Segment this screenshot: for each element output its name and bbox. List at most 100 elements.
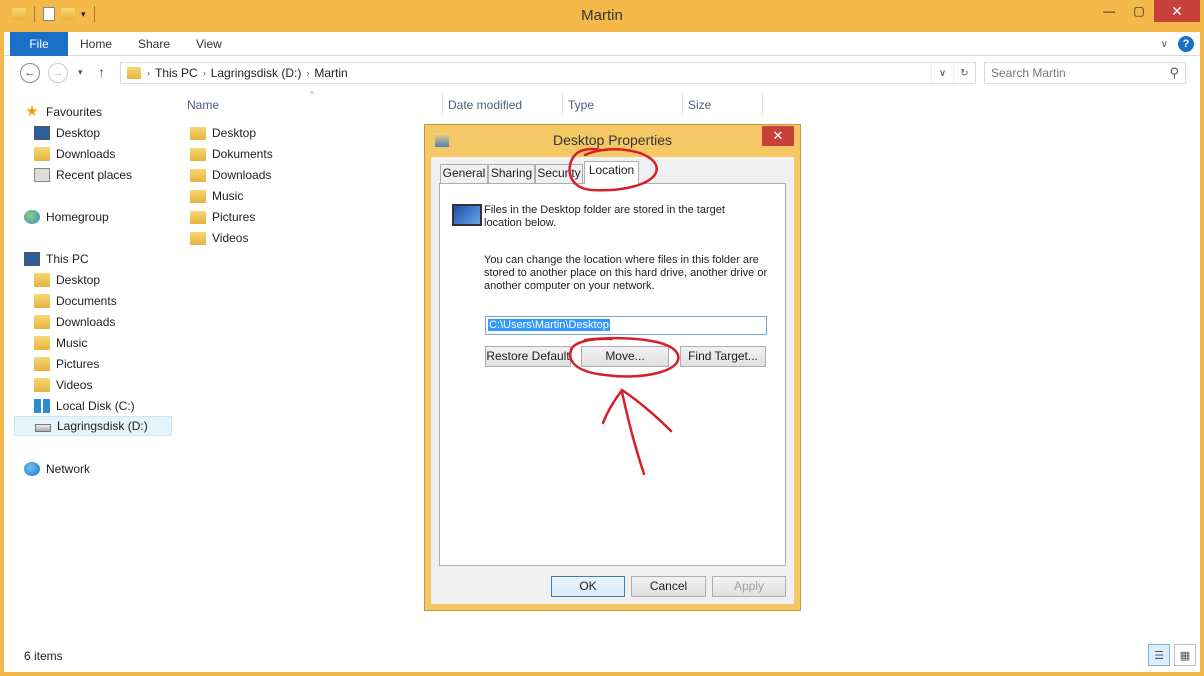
- column-divider[interactable]: [442, 92, 443, 116]
- find-target-button[interactable]: Find Target...: [680, 346, 766, 367]
- sidebar-item-label: This PC: [46, 252, 89, 266]
- tab-file[interactable]: File: [10, 32, 68, 56]
- column-header-date-modified[interactable]: Date modified: [448, 98, 522, 112]
- tab-sharing[interactable]: Sharing: [488, 164, 535, 183]
- location-path-input[interactable]: C:\Users\Martin\Desktop: [485, 316, 767, 335]
- column-divider[interactable]: [562, 92, 563, 116]
- tab-share[interactable]: Share: [138, 32, 170, 56]
- file-name: Dokuments: [212, 147, 273, 161]
- sidebar-item-pc-desktop[interactable]: Desktop: [34, 270, 192, 290]
- breadcrumb-lagringsdisk[interactable]: Lagringsdisk (D:): [211, 66, 302, 80]
- help-icon[interactable]: ?: [1178, 36, 1194, 52]
- minimize-button[interactable]: —: [1094, 0, 1124, 22]
- item-count: 6 items: [24, 649, 63, 663]
- column-header-size[interactable]: Size: [688, 98, 711, 112]
- large-icons-view-icon[interactable]: ▦: [1174, 644, 1196, 666]
- tab-home[interactable]: Home: [80, 32, 112, 56]
- details-view-icon[interactable]: ☰: [1148, 644, 1170, 666]
- pictures-folder-icon: [34, 357, 50, 371]
- sidebar-item-local-disk-c[interactable]: Local Disk (C:): [34, 396, 192, 416]
- music-folder-icon: [34, 336, 50, 350]
- info-text: Files in the Desktop folder are stored i…: [484, 204, 725, 230]
- sidebar-item-lagringsdisk-d[interactable]: Lagringsdisk (D:): [14, 416, 172, 436]
- list-item[interactable]: Videos: [190, 228, 248, 248]
- recent-locations-icon[interactable]: ▾: [78, 67, 83, 78]
- cancel-button[interactable]: Cancel: [631, 576, 706, 597]
- sidebar-item-recent-places[interactable]: Recent places: [34, 165, 192, 185]
- list-item[interactable]: Downloads: [190, 165, 271, 185]
- sidebar-item-network[interactable]: Network: [24, 459, 182, 479]
- location-panel: Files in the Desktop folder are stored i…: [439, 183, 786, 566]
- refresh-icon[interactable]: ↻: [953, 63, 975, 83]
- column-divider[interactable]: [762, 92, 763, 116]
- info-line: You can change the location where files …: [484, 254, 759, 266]
- sidebar-item-pc-documents[interactable]: Documents: [34, 291, 192, 311]
- folder-icon: [190, 231, 206, 245]
- sidebar-item-pc-pictures[interactable]: Pictures: [34, 354, 192, 374]
- sidebar-item-fav-desktop[interactable]: Desktop: [34, 123, 192, 143]
- file-name: Pictures: [212, 210, 256, 224]
- chevron-right-icon[interactable]: ›: [203, 68, 206, 78]
- folder-icon: [190, 168, 206, 182]
- sidebar-item-pc-downloads[interactable]: Downloads: [34, 312, 192, 332]
- sidebar-item-pc-videos[interactable]: Videos: [34, 375, 192, 395]
- list-item[interactable]: Desktop: [190, 123, 256, 143]
- ok-button[interactable]: OK: [551, 576, 625, 597]
- apply-button[interactable]: Apply: [712, 576, 786, 597]
- sidebar-item-pc-music[interactable]: Music: [34, 333, 192, 353]
- list-item[interactable]: Dokuments: [190, 144, 273, 164]
- computer-icon: [24, 252, 40, 266]
- address-controls: ∨ ↻: [931, 63, 975, 83]
- move-button[interactable]: Move...: [581, 346, 669, 367]
- folder-icon: [127, 67, 141, 79]
- view-switcher: ☰ ▦: [1148, 644, 1196, 666]
- breadcrumb-martin[interactable]: Martin: [314, 66, 347, 80]
- window-controls: — ▢ ✕: [1094, 0, 1200, 22]
- drive-icon: [35, 423, 51, 432]
- sidebar-item-label: Homegroup: [46, 210, 109, 224]
- back-button[interactable]: ←: [20, 63, 40, 83]
- ribbon-tabs: File Home Share View ∨ ?: [4, 32, 1200, 56]
- sidebar-item-this-pc[interactable]: This PC: [24, 249, 182, 269]
- search-icon[interactable]: ⚲: [1169, 65, 1179, 81]
- dialog-close-button[interactable]: ✕: [762, 126, 794, 146]
- address-bar[interactable]: › This PC › Lagringsdisk (D:) › Martin ∨…: [120, 62, 976, 84]
- change-location-text: You can change the location where files …: [484, 254, 767, 293]
- info-line: Files in the Desktop folder are stored i…: [484, 204, 725, 216]
- restore-default-button[interactable]: Restore Default: [485, 346, 571, 367]
- tab-security[interactable]: Security: [535, 164, 583, 183]
- column-header-name[interactable]: Name: [187, 98, 219, 112]
- tab-location[interactable]: Location: [584, 161, 639, 184]
- forward-button[interactable]: →: [48, 63, 68, 83]
- list-item[interactable]: Music: [190, 186, 243, 206]
- sidebar-item-label: Music: [56, 336, 88, 350]
- desktop-icon: [34, 126, 50, 140]
- sidebar-item-favourites[interactable]: ★ Favourites: [24, 102, 182, 122]
- up-button[interactable]: ↑: [98, 64, 105, 80]
- info-line: stored to another place on this hard dri…: [484, 267, 768, 279]
- window-title: Martin: [581, 7, 623, 24]
- file-name: Downloads: [212, 168, 272, 182]
- sort-ascending-icon: ^: [310, 90, 314, 99]
- close-button[interactable]: ✕: [1154, 0, 1200, 22]
- tab-view[interactable]: View: [196, 32, 222, 56]
- tab-general[interactable]: General: [440, 164, 488, 183]
- chevron-right-icon[interactable]: ›: [306, 68, 309, 78]
- downloads-folder-icon: [34, 147, 50, 161]
- search-input[interactable]: Search Martin ⚲: [984, 62, 1186, 84]
- list-item[interactable]: Pictures: [190, 207, 255, 227]
- column-header-type[interactable]: Type: [568, 98, 594, 112]
- maximize-button[interactable]: ▢: [1124, 0, 1154, 22]
- expand-ribbon-icon[interactable]: ∨: [1161, 39, 1168, 50]
- navigation-bar: ← → ▾ ↑ › This PC › Lagringsdisk (D:) › …: [4, 58, 1200, 88]
- chevron-right-icon[interactable]: ›: [147, 68, 150, 78]
- info-line: location below.: [484, 217, 557, 229]
- sidebar-item-label: Pictures: [56, 357, 100, 371]
- chevron-down-icon[interactable]: ∨: [931, 63, 953, 83]
- ribbon-controls: ∨ ?: [1161, 36, 1194, 52]
- breadcrumb-this-pc[interactable]: This PC: [155, 66, 198, 80]
- sidebar-item-fav-downloads[interactable]: Downloads: [34, 144, 192, 164]
- column-divider[interactable]: [682, 92, 683, 116]
- downloads-folder-icon: [34, 315, 50, 329]
- sidebar-item-homegroup[interactable]: Homegroup: [24, 207, 182, 227]
